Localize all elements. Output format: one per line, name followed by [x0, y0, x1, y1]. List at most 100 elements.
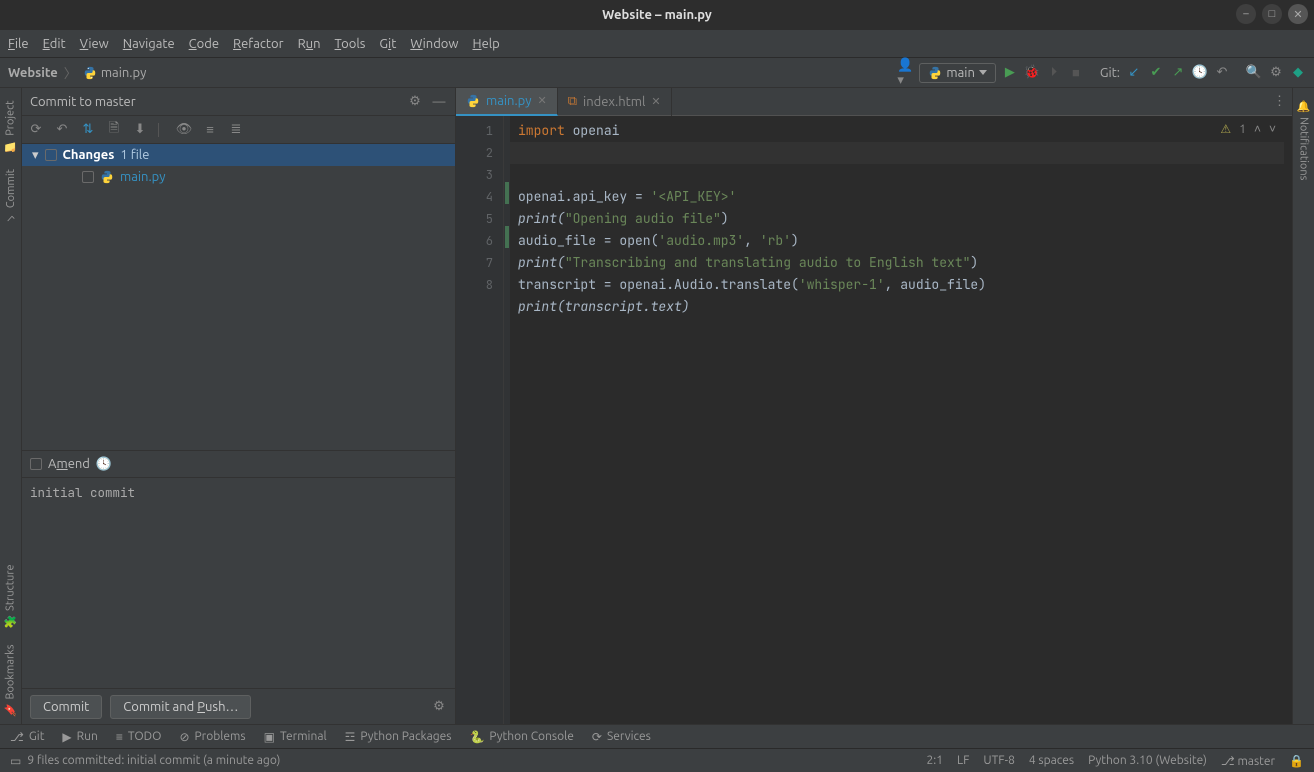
tool-todo[interactable]: ≡ TODO: [116, 730, 162, 744]
indent-settings[interactable]: 4 spaces: [1029, 754, 1074, 767]
run-config-select[interactable]: main: [919, 63, 995, 83]
window-title: Website – main.py: [602, 8, 712, 22]
caret-position[interactable]: 2:1: [926, 754, 943, 767]
amend-label: Amend: [48, 457, 90, 471]
bottom-tool-bar: ⎇ Git ▶ Run ≡ TODO ⊘ Problems ▣ Terminal…: [0, 724, 1314, 748]
commit-button[interactable]: Commit: [30, 695, 102, 719]
file-encoding[interactable]: UTF-8: [983, 754, 1014, 767]
line-separator[interactable]: LF: [957, 754, 969, 767]
menu-tools[interactable]: Tools: [335, 37, 366, 51]
tool-bookmarks[interactable]: 🔖 Bookmarks: [2, 636, 19, 725]
minimize-button[interactable]: –: [1236, 4, 1256, 24]
interpreter[interactable]: Python 3.10 (Website): [1088, 754, 1207, 767]
python-file-icon: [100, 170, 114, 184]
lock-icon[interactable]: 🔒: [1289, 754, 1304, 768]
tool-commit[interactable]: ✓ Commit: [3, 161, 19, 232]
commit-options-icon[interactable]: ⚙: [431, 699, 447, 715]
menu-window[interactable]: Window: [410, 37, 458, 51]
tool-terminal[interactable]: ▣ Terminal: [264, 730, 327, 744]
tool-services[interactable]: ⟳ Services: [592, 730, 651, 744]
main-area: 📁 Project ✓ Commit 🧩 Structure 🔖 Bookmar…: [0, 88, 1314, 724]
close-tab-icon[interactable]: ✕: [538, 94, 547, 107]
tool-run[interactable]: ▶ Run: [62, 730, 97, 744]
status-icon[interactable]: ▭: [10, 754, 21, 768]
inspection-widget[interactable]: ⚠ 1 ˄ ˅: [1220, 122, 1276, 136]
maximize-button[interactable]: □: [1262, 4, 1282, 24]
git-rollback-icon[interactable]: ↶: [1214, 65, 1230, 81]
panel-options-icon[interactable]: ⚙: [407, 94, 423, 110]
breadcrumb-project[interactable]: Website: [8, 66, 58, 80]
group-icon[interactable]: ≡: [202, 122, 218, 138]
amend-checkbox[interactable]: [30, 458, 42, 470]
rollback-icon[interactable]: ↶: [54, 122, 70, 138]
git-pull-icon[interactable]: ↙: [1126, 65, 1142, 81]
run-config-label: main: [946, 66, 974, 80]
dropdown-icon: [979, 70, 987, 75]
tool-notifications[interactable]: 🔔 Notifications: [1295, 92, 1312, 189]
tool-project[interactable]: 📁 Project: [2, 92, 19, 161]
checkbox-icon[interactable]: [45, 149, 57, 161]
prev-highlight-icon[interactable]: ˄: [1254, 122, 1261, 136]
changed-file[interactable]: main.py: [22, 166, 455, 188]
next-highlight-icon[interactable]: ˅: [1269, 122, 1276, 136]
menu-git[interactable]: Git: [379, 37, 396, 51]
tool-structure[interactable]: 🧩 Structure: [2, 556, 19, 636]
breadcrumb-sep: 〉: [64, 63, 77, 82]
tool-problems[interactable]: ⊘ Problems: [179, 730, 245, 744]
coverage-button: ⏵: [1046, 65, 1062, 81]
commit-toolbar: ⟳ ↶ ⇅ 🗎 ⬇ 👁 ≡ ≣: [22, 116, 455, 144]
git-branch[interactable]: ⎇ master: [1221, 754, 1275, 768]
commit-and-push-button[interactable]: Commit and Push…: [110, 695, 251, 719]
menu-file[interactable]: File: [8, 37, 29, 51]
editor-tabs: main.py ✕ ⧉ index.html ✕ ⋮: [456, 88, 1292, 116]
run-button[interactable]: ▶: [1002, 65, 1018, 81]
menu-refactor[interactable]: Refactor: [233, 37, 284, 51]
commit-message-input[interactable]: initial commit: [22, 478, 455, 688]
menu-edit[interactable]: Edit: [43, 37, 66, 51]
close-tab-icon[interactable]: ✕: [651, 95, 660, 108]
status-bar: ▭ 9 files committed: initial commit (a m…: [0, 748, 1314, 772]
changelist-icon[interactable]: 🗎: [106, 122, 122, 138]
tool-python-packages[interactable]: ☲ Python Packages: [345, 730, 452, 744]
file-checkbox[interactable]: [82, 171, 94, 183]
panel-hide-icon[interactable]: —: [431, 94, 447, 110]
history-icon[interactable]: 🕓: [96, 456, 112, 472]
search-icon[interactable]: 🔍: [1246, 65, 1262, 81]
tab-main-py[interactable]: main.py ✕: [456, 88, 558, 116]
menu-navigate[interactable]: Navigate: [123, 37, 175, 51]
tool-git[interactable]: ⎇ Git: [10, 730, 44, 744]
expand-icon[interactable]: ≣: [228, 122, 244, 138]
breadcrumb-file[interactable]: main.py: [83, 66, 147, 80]
menu-run[interactable]: Run: [298, 37, 321, 51]
changed-file-name: main.py: [120, 170, 166, 184]
code-editor[interactable]: import openai openai.api_key = '<API_KEY…: [510, 116, 1292, 724]
changes-count: 1 file: [120, 148, 149, 162]
git-commit-icon[interactable]: ✔: [1148, 65, 1164, 81]
git-history-icon[interactable]: 🕓: [1192, 65, 1208, 81]
user-icon[interactable]: 👤▾: [897, 65, 913, 81]
tool-python-console[interactable]: 🐍 Python Console: [469, 730, 573, 744]
left-tool-strip: 📁 Project ✓ Commit 🧩 Structure 🔖 Bookmar…: [0, 88, 22, 724]
changes-node[interactable]: ▾ Changes 1 file: [22, 144, 455, 166]
menu-code[interactable]: Code: [189, 37, 219, 51]
shelve-icon[interactable]: ⬇: [132, 122, 148, 138]
warning-icon: ⚠: [1220, 122, 1231, 136]
git-push-icon[interactable]: ↗: [1170, 65, 1186, 81]
diff-icon[interactable]: ⇅: [80, 122, 96, 138]
python-icon: [928, 66, 942, 80]
close-button[interactable]: ✕: [1288, 4, 1308, 24]
menu-view[interactable]: View: [80, 37, 109, 51]
refresh-icon[interactable]: ⟳: [28, 122, 44, 138]
editor-area: main.py ✕ ⧉ index.html ✕ ⋮ 12345678 impo…: [456, 88, 1292, 724]
code-with-me-icon[interactable]: ◆: [1290, 65, 1306, 81]
status-message: 9 files committed: initial commit (a min…: [27, 754, 280, 767]
navigation-bar: Website 〉 main.py 👤▾ main ▶ 🐞 ⏵ ■ Git: ↙…: [0, 58, 1314, 88]
stop-button: ■: [1068, 65, 1084, 81]
editor-more-icon[interactable]: ⋮: [1273, 94, 1286, 109]
debug-button[interactable]: 🐞: [1024, 65, 1040, 81]
show-icon[interactable]: 👁: [176, 122, 192, 138]
settings-icon[interactable]: ⚙: [1268, 65, 1284, 81]
tab-index-html[interactable]: ⧉ index.html ✕: [558, 88, 672, 116]
commit-panel-title: Commit to master: [30, 95, 136, 109]
menu-help[interactable]: Help: [473, 37, 500, 51]
